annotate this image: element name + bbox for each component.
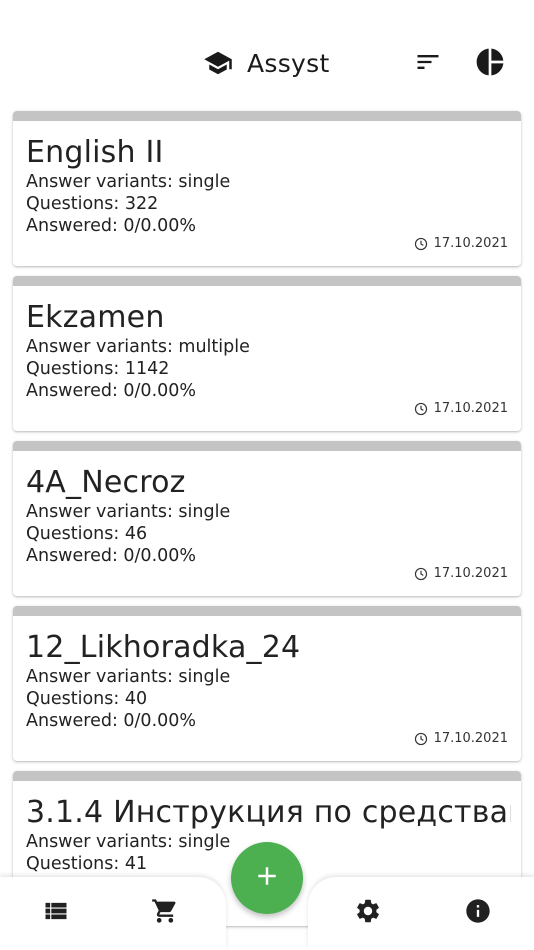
card-top-bar	[13, 276, 521, 286]
app-screen: Assyst English II Answer variants: singl…	[0, 0, 534, 950]
test-title: 12_Likhoradka_24	[26, 630, 301, 665]
info-icon	[464, 897, 492, 929]
nav-tests-button[interactable]	[40, 897, 72, 929]
nav-store-button[interactable]	[149, 897, 181, 929]
cart-icon	[151, 897, 179, 929]
test-card[interactable]: 12_Likhoradka_24 Answer variants: single…	[13, 606, 521, 761]
answered-progress: Answered: 0/0.00%	[26, 381, 197, 401]
graduation-cap-icon	[203, 48, 233, 78]
questions-count: Questions: 322	[26, 194, 159, 214]
app-title: Assyst	[247, 48, 330, 78]
bottom-nav-left-panel	[0, 877, 226, 950]
pie-chart-icon	[474, 46, 506, 78]
sort-icon	[414, 48, 442, 76]
nav-info-button[interactable]	[462, 897, 494, 929]
card-top-bar	[13, 441, 521, 451]
list-icon	[42, 897, 70, 929]
test-card[interactable]: 4A_Necroz Answer variants: single Questi…	[13, 441, 521, 596]
test-title: 4A_Necroz	[26, 465, 186, 500]
statistics-button[interactable]	[473, 45, 507, 79]
questions-count: Questions: 1142	[26, 359, 170, 379]
app-header: Assyst	[0, 0, 534, 110]
nav-settings-button[interactable]	[352, 897, 384, 929]
test-card[interactable]: Ekzamen Answer variants: multiple Questi…	[13, 276, 521, 431]
add-test-button[interactable]	[231, 842, 303, 914]
test-title: Ekzamen	[26, 300, 165, 335]
test-card[interactable]: English II Answer variants: single Quest…	[13, 111, 521, 266]
questions-count: Questions: 40	[26, 689, 148, 709]
test-title: 3.1.4 Инструкция по средствам	[26, 795, 511, 830]
test-title: English II	[26, 135, 164, 170]
answer-variants: Answer variants: single	[26, 832, 231, 852]
clock-icon	[414, 567, 434, 581]
app-brand: Assyst	[203, 46, 330, 80]
answer-variants: Answer variants: multiple	[26, 337, 250, 357]
test-date-text: 17.10.2021	[433, 731, 508, 746]
test-date: 17.10.2021	[414, 401, 508, 416]
answered-progress: Answered: 0/0.00%	[26, 711, 197, 731]
bottom-nav-right-panel	[308, 877, 534, 950]
clock-icon	[414, 402, 434, 416]
questions-count: Questions: 46	[26, 524, 148, 544]
answer-variants: Answer variants: single	[26, 667, 231, 687]
test-date: 17.10.2021	[414, 731, 508, 746]
sort-button[interactable]	[411, 45, 445, 79]
test-date: 17.10.2021	[414, 566, 508, 581]
add-icon	[252, 861, 282, 895]
clock-icon	[414, 237, 434, 251]
test-date-text: 17.10.2021	[433, 236, 508, 251]
answered-progress: Answered: 0/0.00%	[26, 216, 197, 236]
test-date-text: 17.10.2021	[433, 566, 508, 581]
card-top-bar	[13, 606, 521, 616]
answer-variants: Answer variants: single	[26, 502, 231, 522]
clock-icon	[414, 732, 434, 746]
card-top-bar	[13, 771, 521, 781]
settings-icon	[354, 897, 382, 929]
card-top-bar	[13, 111, 521, 121]
test-date-text: 17.10.2021	[433, 401, 508, 416]
questions-count: Questions: 41	[26, 854, 148, 874]
answered-progress: Answered: 0/0.00%	[26, 546, 197, 566]
answer-variants: Answer variants: single	[26, 172, 231, 192]
test-date: 17.10.2021	[414, 236, 508, 251]
